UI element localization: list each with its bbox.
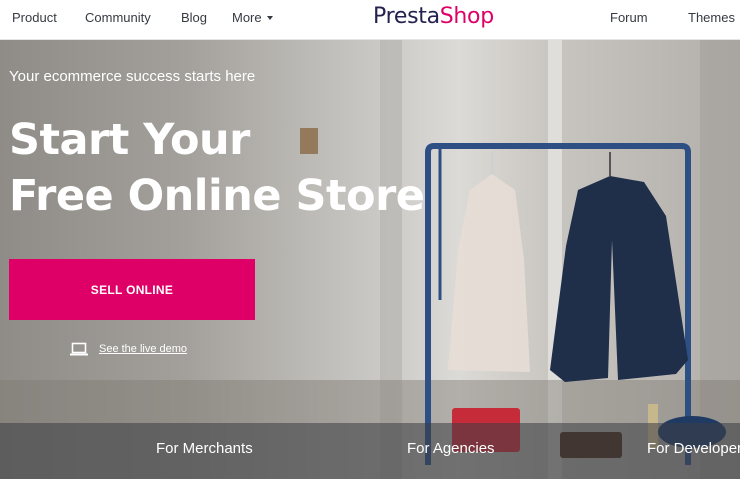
- prestashop-home-page: Product Community Blog More PrestaShop F…: [0, 0, 740, 479]
- logo-part-shop: Shop: [439, 4, 494, 29]
- hero-headline-line-2: Free Online Store: [9, 171, 425, 221]
- nav-item-more-label: More: [232, 10, 262, 25]
- nav-item-more[interactable]: More: [232, 10, 273, 25]
- tab-for-merchants[interactable]: For Merchants: [156, 440, 253, 457]
- nav-item-blog[interactable]: Blog: [181, 10, 207, 25]
- live-demo-link[interactable]: See the live demo: [70, 342, 187, 356]
- hero-tagline: Your ecommerce success starts here: [9, 68, 256, 85]
- nav-item-themes[interactable]: Themes: [688, 10, 735, 25]
- top-navigation: Product Community Blog More PrestaShop F…: [0, 0, 740, 40]
- laptop-icon: [70, 342, 88, 356]
- hero-headline-line-1: Start Your: [9, 115, 250, 165]
- logo-part-presta: Presta: [373, 4, 440, 29]
- prestashop-logo[interactable]: PrestaShop: [373, 4, 494, 29]
- hero-section: Your ecommerce success starts here Start…: [0, 40, 740, 479]
- nav-item-product[interactable]: Product: [12, 10, 57, 25]
- tab-for-agencies[interactable]: For Agencies: [407, 440, 495, 457]
- caret-down-icon: [266, 16, 273, 20]
- nav-item-community[interactable]: Community: [85, 10, 151, 25]
- tab-for-developers[interactable]: For Developers: [647, 440, 740, 457]
- nav-item-forum[interactable]: Forum: [610, 10, 648, 25]
- sell-online-button[interactable]: SELL ONLINE: [9, 259, 255, 320]
- live-demo-label: See the live demo: [99, 343, 188, 355]
- hero-headline: Start Your Free Online Store: [9, 112, 425, 224]
- audience-tabs-bar: For Merchants For Agencies For Developer…: [0, 423, 740, 479]
- hero-content: Your ecommerce success starts here Start…: [0, 40, 740, 479]
